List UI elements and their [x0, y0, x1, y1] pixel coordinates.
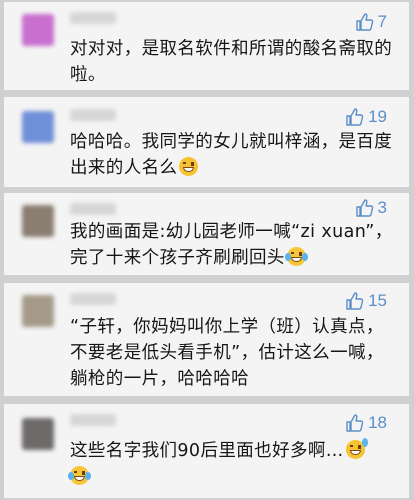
face-with-tears-of-joy-emoji: [68, 466, 91, 485]
comment-card: 18 这些名字我们90后里面也好多啊…: [4, 404, 409, 498]
comment-card: 3 我的画面是:幼儿园老师一喊“zi xuan”，完了十来个孩子齐刷刷回头: [4, 193, 409, 275]
username-blurred: [70, 203, 116, 215]
avatar[interactable]: [22, 418, 54, 450]
thumbs-up-icon: [355, 12, 375, 32]
comment-body: 对对对，是取名软件和所谓的酸名斋取的啦。: [70, 39, 393, 85]
thumbs-up-icon: [345, 291, 365, 311]
comment-text: 对对对，是取名软件和所谓的酸名斋取的啦。: [70, 36, 393, 88]
comment-text: 我的画面是:幼儿园老师一喊“zi xuan”，完了十来个孩子齐刷刷回头: [70, 219, 393, 271]
avatar[interactable]: [22, 205, 54, 237]
comment-card: 7 对对对，是取名软件和所谓的酸名斋取的啦。: [4, 2, 409, 90]
like-count: 3: [377, 198, 387, 217]
comment-feed: 7 对对对，是取名软件和所谓的酸名斋取的啦。 19 哈哈哈。我同学的女儿就叫梓涵…: [0, 0, 414, 500]
like-button[interactable]: 7: [355, 11, 387, 33]
like-button[interactable]: 18: [345, 412, 387, 434]
grinning-face-with-sweat-emoji: [345, 438, 368, 459]
comment-body: 我的画面是:幼儿园老师一喊“zi xuan”，完了十来个孩子齐刷刷回头: [70, 222, 393, 268]
avatar[interactable]: [22, 295, 54, 327]
thumbs-up-icon: [345, 107, 365, 127]
avatar[interactable]: [22, 14, 54, 46]
like-count: 15: [368, 291, 387, 310]
comment-body: 哈哈哈。我同学的女儿就叫梓涵，是百度出来的人名么: [70, 132, 393, 178]
username-blurred: [70, 12, 116, 24]
avatar[interactable]: [22, 111, 54, 143]
face-with-tears-of-joy-emoji: [284, 247, 308, 266]
like-count: 18: [368, 413, 387, 432]
username-blurred: [70, 414, 116, 426]
comment-text: 哈哈哈。我同学的女儿就叫梓涵，是百度出来的人名么: [70, 129, 393, 181]
username-blurred: [70, 293, 116, 305]
username-blurred: [70, 109, 116, 121]
like-button[interactable]: 3: [355, 197, 387, 219]
comment-card: 15 “子轩，你妈妈叫你上学（班）认真点，不要老是低头看手机”，估计这么一喊，躺…: [4, 283, 409, 396]
comment-body: “子轩，你妈妈叫你上学（班）认真点，不要老是低头看手机”，估计这么一喊，躺枪的一…: [70, 317, 384, 389]
comment-card: 19 哈哈哈。我同学的女儿就叫梓涵，是百度出来的人名么: [4, 97, 409, 187]
thumbs-up-icon: [345, 413, 365, 433]
grinning-face-emoji: [179, 157, 199, 176]
comment-text: 这些名字我们90后里面也好多啊…: [68, 438, 393, 490]
comment-text: “子轩，你妈妈叫你上学（班）认真点，不要老是低头看手机”，估计这么一喊，躺枪的一…: [70, 314, 393, 392]
like-button[interactable]: 15: [345, 290, 387, 312]
like-button[interactable]: 19: [345, 106, 387, 128]
like-count: 7: [377, 12, 387, 31]
comment-body: 这些名字我们90后里面也好多啊…: [70, 441, 344, 461]
thumbs-up-icon: [355, 198, 375, 218]
like-count: 19: [368, 107, 387, 126]
